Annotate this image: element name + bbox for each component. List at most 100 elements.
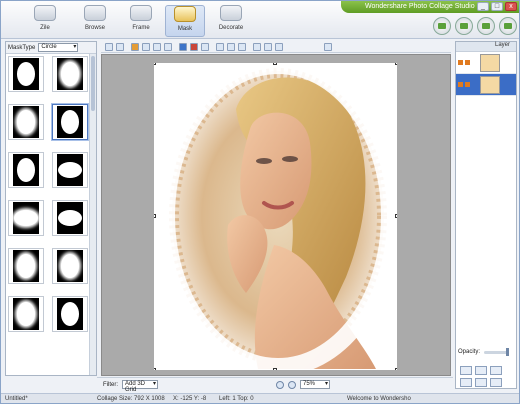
oval-fuzzy-mask-icon: [13, 250, 39, 282]
align-center-icon[interactable]: [475, 366, 487, 375]
oval-fuzzy-mask-icon: [57, 250, 83, 282]
mask-icon: [174, 6, 196, 22]
opacity-slider[interactable]: [484, 347, 510, 356]
preview-icon[interactable]: [455, 17, 473, 35]
mask-type-select[interactable]: Circle: [38, 43, 79, 52]
oval-fuzzy-mask-icon: [57, 58, 83, 90]
mask-thumbnail[interactable]: [8, 104, 44, 140]
undo-icon[interactable]: [105, 42, 113, 51]
scrollbar-thumb[interactable]: [91, 56, 95, 111]
text-icon[interactable]: [253, 42, 261, 51]
email-icon[interactable]: [477, 17, 495, 35]
lock-icon[interactable]: [458, 82, 463, 87]
layer-panel: Layer Opacity:: [455, 41, 517, 389]
resize-handle[interactable]: [395, 63, 397, 65]
layer-thumbnail: [480, 53, 500, 72]
align-left-icon[interactable]: [460, 366, 472, 375]
resize-handle[interactable]: [395, 368, 397, 370]
app-window: Wondershare Photo Collage Studio _ □ x Z…: [0, 0, 520, 404]
flip-icon[interactable]: [164, 42, 172, 51]
save-icon[interactable]: [433, 17, 451, 35]
layer-item-selected[interactable]: [456, 74, 516, 96]
layer-item[interactable]: [456, 52, 516, 74]
status-welcome: Welcome to Wondersho: [347, 396, 411, 402]
wide-oval-mask-icon: [57, 202, 83, 234]
window-title: Wondershare Photo Collage Studio _ □ x: [341, 1, 519, 13]
tab-browse[interactable]: Browse: [75, 5, 115, 37]
mask-thumbnail[interactable]: [52, 56, 88, 92]
tab-file-label: Zile: [40, 25, 50, 31]
resize-handle[interactable]: [273, 368, 277, 370]
mask-thumbnail[interactable]: [8, 296, 44, 332]
layer-header: Layer: [456, 42, 516, 52]
rotate-left-icon[interactable]: [142, 42, 150, 51]
mask-thumbnail[interactable]: [8, 152, 44, 188]
send-back-icon[interactable]: [238, 42, 246, 51]
mask-thumbnail[interactable]: [52, 152, 88, 188]
close-button[interactable]: x: [505, 2, 517, 11]
tab-decorate-label: Decorate: [218, 25, 244, 31]
mask-type-row: MaskType Circle: [6, 42, 96, 54]
wide-fuzzy-mask-icon: [13, 202, 39, 234]
visibility-icon[interactable]: [465, 60, 470, 65]
color-icon[interactable]: [179, 42, 187, 51]
mask-thumbnail[interactable]: [8, 56, 44, 92]
align-top-icon[interactable]: [460, 378, 472, 387]
mask-thumbnail[interactable]: [52, 248, 88, 284]
zoom-in-icon[interactable]: [276, 380, 284, 389]
bring-front-icon[interactable]: [227, 42, 235, 51]
filter-label: Filter:: [103, 381, 118, 388]
align-tools: [460, 366, 502, 387]
mask-thumbnail[interactable]: [8, 200, 44, 236]
tab-mask[interactable]: Mask: [165, 5, 205, 37]
resize-handle[interactable]: [273, 63, 277, 65]
oval-mask-icon: [13, 58, 39, 90]
maximize-button[interactable]: □: [491, 2, 503, 11]
filter-select[interactable]: Add 3D Grid: [122, 380, 158, 393]
resize-handle[interactable]: [154, 214, 156, 218]
layer-down-icon[interactable]: [216, 42, 224, 51]
redo-icon[interactable]: [116, 42, 124, 51]
effect-icon[interactable]: [190, 42, 198, 51]
align-bottom-icon[interactable]: [490, 378, 502, 387]
oval-mask-icon: [13, 154, 39, 186]
tab-file[interactable]: Zile: [25, 5, 65, 37]
tab-frame-label: Frame: [132, 25, 150, 31]
mask-thumbnail[interactable]: [52, 296, 88, 332]
app-title: Wondershare Photo Collage Studio: [365, 3, 475, 10]
visibility-icon[interactable]: [465, 82, 470, 87]
crop-icon[interactable]: [131, 42, 139, 51]
canvas-area[interactable]: [101, 54, 451, 376]
tab-browse-label: Browse: [84, 25, 105, 31]
folder-icon: [34, 5, 56, 21]
tab-frame[interactable]: Frame: [121, 5, 161, 37]
resize-handle[interactable]: [395, 214, 397, 218]
align-right-icon[interactable]: [490, 366, 502, 375]
fit-page-icon[interactable]: [324, 42, 332, 51]
text-style-icon[interactable]: [264, 42, 272, 51]
zoom-out-icon[interactable]: [288, 380, 296, 389]
resize-handle[interactable]: [154, 368, 156, 370]
layer-up-icon[interactable]: [201, 42, 209, 51]
rotate-right-icon[interactable]: [153, 42, 161, 51]
oval-mask-icon: [57, 106, 83, 138]
status-left-top: Left: 1 Top: 0: [219, 396, 254, 402]
status-file: Untitled*: [5, 396, 28, 402]
mask-thumbnails: [8, 56, 90, 332]
delete-icon[interactable]: [275, 42, 283, 51]
wide-oval-mask-icon: [57, 154, 83, 186]
mask-thumbnail[interactable]: [8, 248, 44, 284]
resize-handle[interactable]: [154, 63, 156, 65]
masked-portrait-image: [154, 63, 397, 370]
mask-thumbnail[interactable]: [52, 200, 88, 236]
minimize-button[interactable]: _: [477, 2, 489, 11]
align-middle-icon[interactable]: [475, 378, 487, 387]
opacity-row: Opacity:: [458, 347, 510, 356]
print-icon[interactable]: [499, 17, 517, 35]
mask-thumbnail-selected[interactable]: [52, 104, 88, 140]
collage-photo[interactable]: [154, 63, 397, 370]
zoom-select[interactable]: 75%: [300, 380, 330, 389]
lock-icon[interactable]: [458, 60, 463, 65]
mask-panel-scrollbar[interactable]: [89, 54, 96, 375]
tab-decorate[interactable]: Decorate: [211, 5, 251, 37]
